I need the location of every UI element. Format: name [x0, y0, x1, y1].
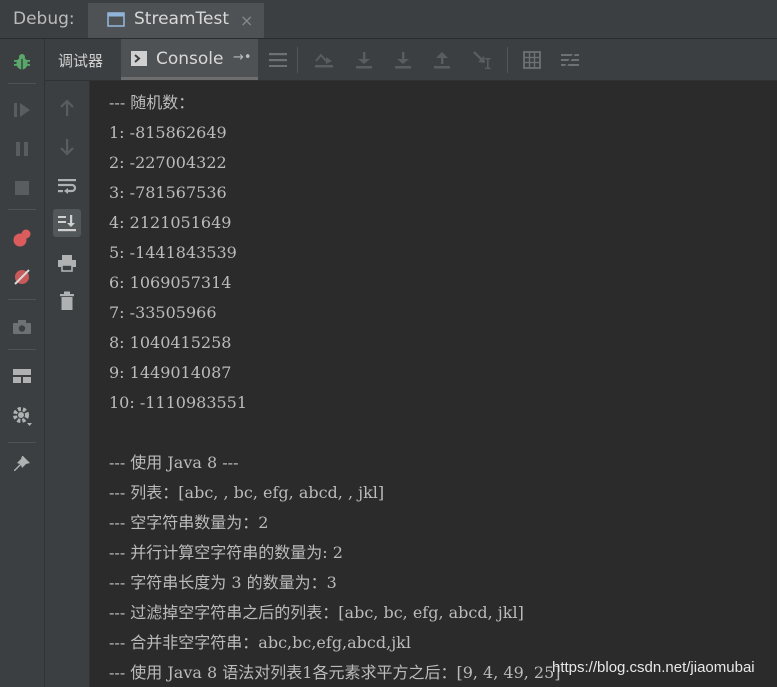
console-line: 9: 1449014087 [109, 363, 232, 382]
console-line: --- 随机数： [109, 93, 195, 112]
debug-label: Debug: [13, 9, 75, 29]
bug-icon[interactable] [11, 51, 33, 73]
console-line: --- 字符串长度为 3 的数量为：3 [109, 573, 337, 592]
trace-icon[interactable] [559, 49, 581, 71]
console-line: --- 使用 Java 8 语法对列表1各元素求平方之后：[9, 4, 49, … [109, 663, 561, 682]
view-breakpoints-icon[interactable] [11, 227, 33, 249]
evaluate-icon[interactable] [521, 49, 543, 71]
console-line: 8: 1040415258 [109, 333, 232, 352]
resume-icon[interactable] [11, 99, 33, 121]
soft-wrap-icon[interactable] [53, 172, 81, 200]
run-tab-title: StreamTest [134, 9, 229, 29]
debug-tool-window-header: Debug: StreamTest × [0, 0, 777, 39]
layout-icon[interactable] [11, 365, 33, 387]
console-line: --- 使用 Java 8 --- [109, 453, 239, 472]
console-line: 7: -33505966 [109, 303, 217, 322]
console-line: --- 过滤掉空字符串之后的列表：[abc, bc, efg, abcd, jk… [109, 603, 524, 622]
console-line: 5: -1441843539 [109, 243, 237, 262]
print-icon[interactable] [53, 249, 81, 277]
watermark: https://blog.csdn.net/jiaomubai [552, 659, 755, 676]
console-side-toolbar [45, 81, 90, 687]
step-out-icon[interactable] [431, 49, 453, 71]
close-icon[interactable]: × [240, 11, 253, 30]
settings-icon[interactable] [11, 405, 33, 427]
console-line: --- 空字符串数量为：2 [109, 513, 269, 532]
trash-icon[interactable] [53, 287, 81, 315]
console-line: 1: -815862649 [109, 123, 227, 142]
down-arrow-icon[interactable] [53, 133, 81, 161]
stop-icon[interactable] [11, 177, 33, 199]
console-line: --- 并行计算空字符串的数量为: 2 [109, 543, 343, 562]
pin-icon[interactable] [11, 453, 33, 475]
debug-left-toolbar [0, 39, 45, 687]
menu-icon[interactable] [267, 49, 289, 71]
step-over-icon[interactable] [353, 49, 375, 71]
debug-sub-toolbar: 调试器 Console →• [45, 39, 777, 81]
console-output[interactable]: --- 随机数： 1: -815862649 2: -227004322 3: … [90, 81, 777, 687]
tab-console[interactable]: Console →• [121, 39, 258, 80]
console-line: 3: -781567536 [109, 183, 227, 202]
console-line: 2: -227004322 [109, 153, 227, 172]
scroll-to-end-icon[interactable] [53, 209, 81, 237]
show-execution-point-icon[interactable] [313, 49, 335, 71]
console-icon [131, 51, 147, 66]
console-tab-label: Console [156, 49, 224, 69]
console-line: --- 合并非空字符串：abc,bc,efg,abcd,jkl [109, 633, 411, 652]
run-to-cursor-icon[interactable] [471, 49, 493, 71]
mute-breakpoints-icon[interactable] [11, 266, 33, 288]
console-line: 10: -1110983551 [109, 393, 248, 412]
tab-debugger[interactable]: 调试器 [58, 50, 103, 71]
console-line: 6: 1069057314 [109, 273, 232, 292]
run-tab-window-icon [107, 12, 125, 27]
up-arrow-icon[interactable] [53, 94, 81, 122]
console-line: 4: 2121051649 [109, 213, 232, 232]
step-into-icon[interactable] [392, 49, 414, 71]
console-pin-icon[interactable]: →• [233, 50, 252, 65]
pause-icon[interactable] [11, 138, 33, 160]
console-line: --- 列表：[abc, , bc, efg, abcd, , jkl] [109, 483, 385, 502]
camera-icon[interactable] [11, 316, 33, 338]
run-config-tab[interactable]: StreamTest × [88, 3, 264, 38]
